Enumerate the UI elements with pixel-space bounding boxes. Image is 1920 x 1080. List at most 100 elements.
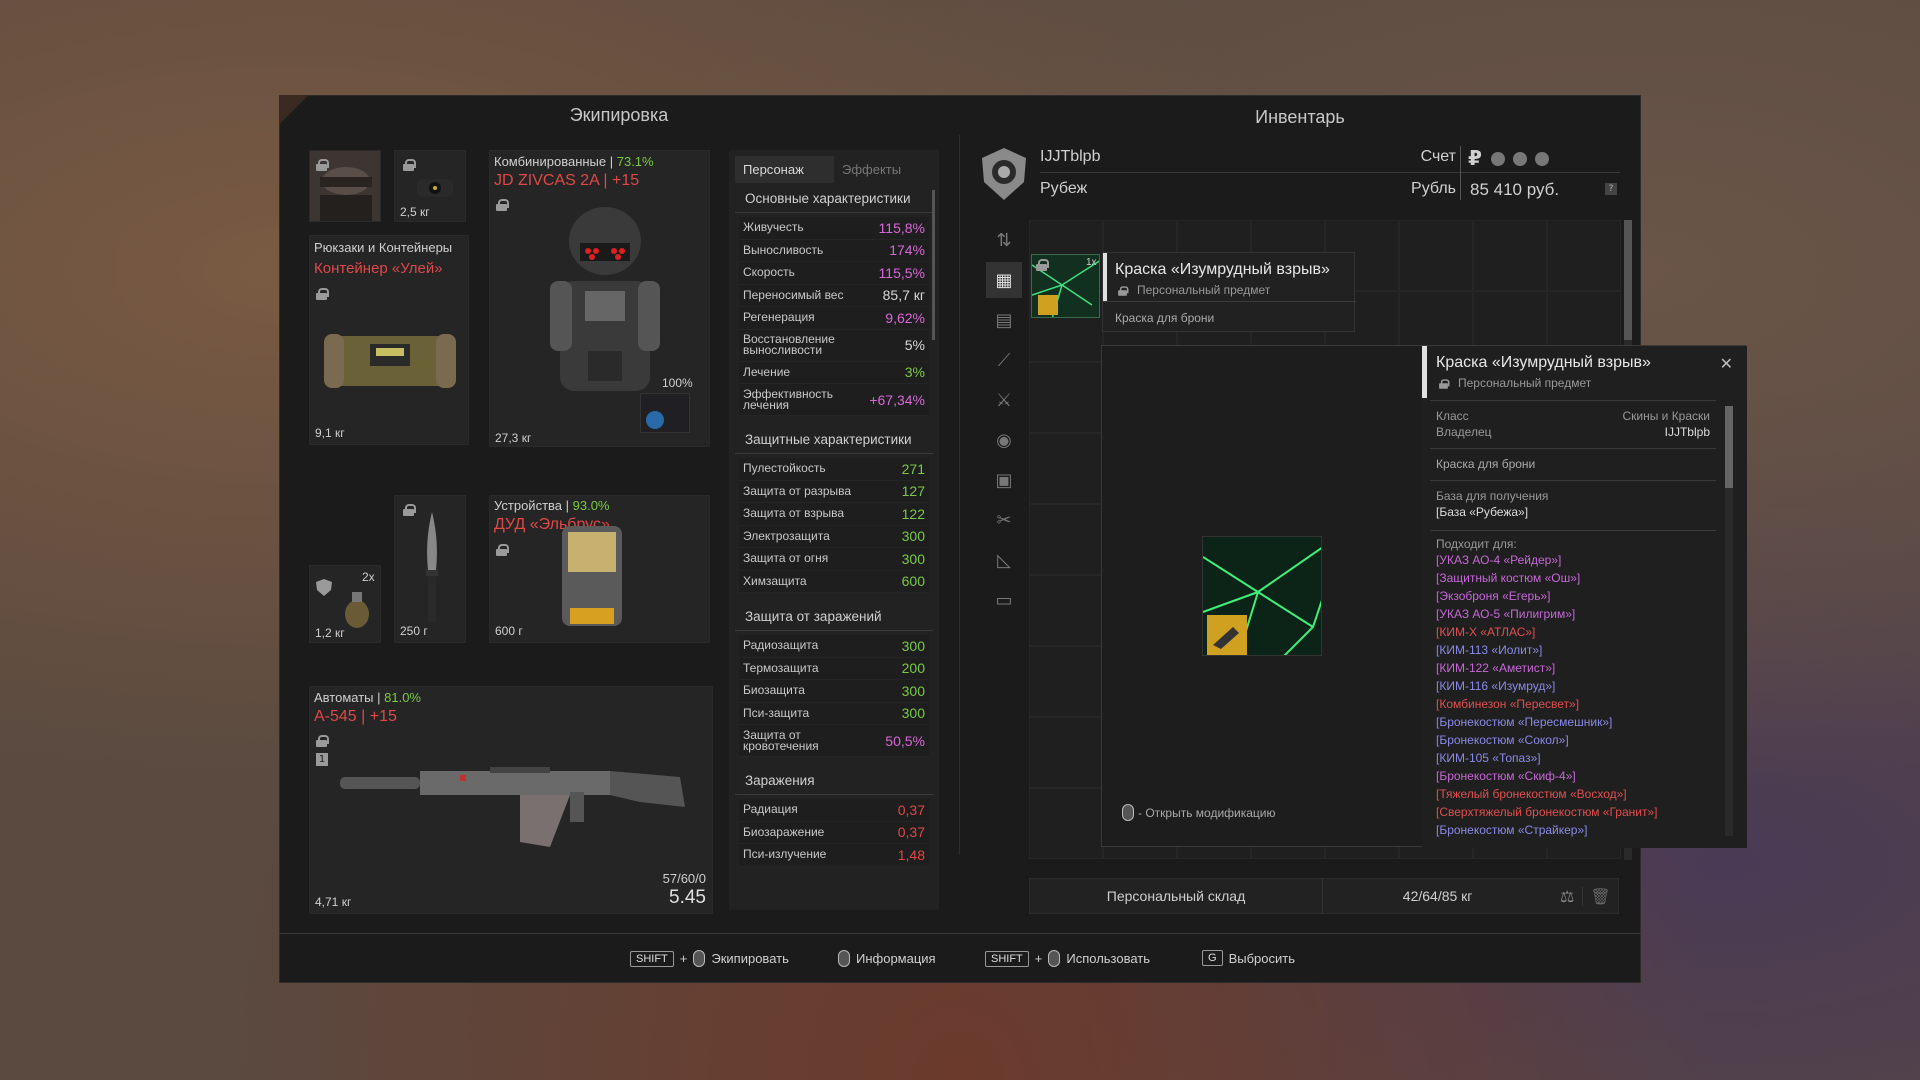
grenade-weight: 1,2 кг [315,626,345,640]
shield-icon [316,579,332,596]
stat-row: Защита от разрыва 127 [739,480,929,503]
stat-value: 1,48 [897,846,925,863]
header-divider [1040,172,1620,173]
grenade-slot[interactable]: 2x 1,2 кг [309,565,381,643]
divider [959,135,960,855]
info-hint[interactable]: Информация [838,950,936,967]
lock-icon [316,735,329,747]
fits-item[interactable]: [Сверхтяжелый бронекостюм «Гранит»] [1436,803,1710,821]
tooltip-sub: Персональный предмет [1137,283,1271,297]
weapon-ammo: 57/60/0 [662,871,706,886]
fits-item[interactable]: [Бронекостюм «Сокол»] [1436,731,1710,749]
tab-character[interactable]: Персонаж [735,156,834,183]
misc-filter-icon[interactable]: ◺ [986,542,1022,578]
stat-row: Пси-защита 300 [739,702,929,725]
fits-item[interactable]: [КИМ-116 «Изумруд»] [1436,677,1710,695]
storage-label[interactable]: Персональный склад [1030,878,1323,914]
grid-cell[interactable] [1473,220,1547,291]
grid-cell[interactable] [1029,788,1103,859]
use-hint[interactable]: SHIFT + Использовать [985,950,1150,967]
stat-name: Восстановление выносливости [743,332,835,357]
trash-icon[interactable]: 🗑 [1582,886,1618,906]
fits-item[interactable]: [КИМ-Х «АТЛАС»] [1436,623,1710,641]
melee-filter-icon[interactable]: ⚔ [986,382,1022,418]
lock-icon [1118,286,1129,296]
drop-hint[interactable]: G Выбросить [1202,950,1295,966]
grid-cell[interactable] [1399,220,1473,291]
grid-cell[interactable] [1029,646,1103,717]
weapon-filter-icon[interactable]: ⟋ [986,342,1022,378]
weapon-durability: 81.0% [384,690,421,705]
fits-item[interactable]: [УКАЗ АО-4 «Рейдер»] [1436,551,1710,569]
stat-name: Радиация [743,802,798,817]
face-slot[interactable] [309,150,381,222]
grid-cell[interactable] [1029,362,1103,433]
stat-row: Регенерация 9,62% [739,307,929,330]
detail-scrollbar[interactable] [1725,406,1733,836]
storage-filter-icon[interactable]: ▭ [986,582,1022,618]
stats-scrollbar[interactable] [932,190,935,340]
fits-item[interactable]: [Защитный костюм «Ош»] [1436,569,1710,587]
devices-slot[interactable]: Устройства | 93.0% ДУД «Эльбрус» 600 г [489,495,710,643]
fits-item[interactable]: [Комбинезон «Пересвет»] [1436,695,1710,713]
ruble-icon: ₽ [1468,146,1482,170]
fits-item[interactable]: [Бронекостюм «Пересмешник»] [1436,713,1710,731]
info-label: Информация [856,951,936,966]
knife-slot[interactable]: 250 г [394,495,466,643]
weapon-slot[interactable]: Автоматы | 81.0% А-545 | +15 1 57/60/0 5… [309,686,713,914]
armor-filter-icon[interactable]: ▤ [986,302,1022,338]
backpack-slot[interactable]: Рюкзаки и Контейнеры Контейнер «Улей» 9,… [309,235,469,445]
armor-name: JD ZIVCAS 2A | +15 [494,172,640,189]
fits-item[interactable]: [Тяжелый бронекостюм «Восход»] [1436,785,1710,803]
fits-item[interactable]: [УКАЗ АО-5 «Пилигрим»] [1436,605,1710,623]
equipment-title: Экипировка [569,105,669,125]
fits-item[interactable]: [Костюм «Скаут»] [1436,839,1710,840]
container-filter-icon[interactable]: ▣ [986,462,1022,498]
close-icon[interactable]: ✕ [1720,354,1733,373]
fits-items: [УКАЗ АО-4 «Рейдер»] [Защитный костюм «Ош… [1436,551,1710,840]
detail-scroll-thumb[interactable] [1725,406,1733,488]
tools-filter-icon[interactable]: ✂ [986,502,1022,538]
fits-item[interactable]: [Экзоброня «Егерь»] [1436,587,1710,605]
fits-item[interactable]: [Бронекостюм «Скиф-4»] [1436,767,1710,785]
open-mod-hint[interactable]: - Открыть модификацию [1122,804,1276,821]
stat-name: Пси-излучение [743,847,827,862]
grid-cell[interactable] [1029,575,1103,646]
stats-section: Пулестойкость 271 Защита от разрыва 127 Защи… [729,454,939,601]
armor-slot[interactable]: Комбинированные | 73.1% JD ZIVCAS 2A | +… [489,150,710,447]
sort-icon[interactable]: ⇅ [986,222,1022,258]
stat-value: 127 [901,483,925,500]
class-value: Скины и Краски [1622,409,1710,423]
tab-effects[interactable]: Эффекты [834,156,933,183]
fits-item[interactable]: [КИМ-122 «Аметист»] [1436,659,1710,677]
grid-scroll-thumb[interactable] [1624,220,1632,340]
grid-icon[interactable]: ▦ [986,262,1022,298]
fits-list: Подходит для: [УКАЗ АО-4 «Рейдер»] [Защит… [1430,530,1716,840]
fits-item[interactable]: [КИМ-113 «Иолит»] [1436,641,1710,659]
grid-cell[interactable] [1029,504,1103,575]
stat-value: 9,62% [885,309,925,326]
fits-item[interactable]: [Бронекостюм «Страйкер»] [1436,821,1710,839]
module-icon [646,411,664,429]
grid-cell[interactable] [1029,717,1103,788]
equip-label: Экипировать [711,951,789,966]
grid-cell[interactable] [1547,220,1621,291]
currency-label: Рубль [1411,180,1456,197]
paint-item[interactable]: 1x [1031,254,1100,318]
g-key: G [1202,950,1223,966]
player-name: IJJTblpb [1040,148,1101,165]
fits-item[interactable]: [КИМ-105 «Топаз»] [1436,749,1710,767]
equip-hint[interactable]: SHIFT + Экипировать [630,950,789,967]
stat-name: Пси-защита [743,705,810,720]
stat-row: Защита от огня 300 [739,548,929,571]
weapon-name: А-545 | +15 [314,708,397,725]
armor-module-slot[interactable] [640,393,690,433]
help-icon[interactable]: ? [1605,183,1617,195]
mouse-icon [1122,804,1134,821]
helmet-slot[interactable]: 2,5 кг [394,150,466,222]
grid-cell[interactable] [1029,433,1103,504]
stat-value: 122 [901,505,925,522]
detail-base: База для получения [База «Рубежа»] [1430,480,1716,527]
artifact-filter-icon[interactable]: ◉ [986,422,1022,458]
detail-accent [1422,346,1427,398]
